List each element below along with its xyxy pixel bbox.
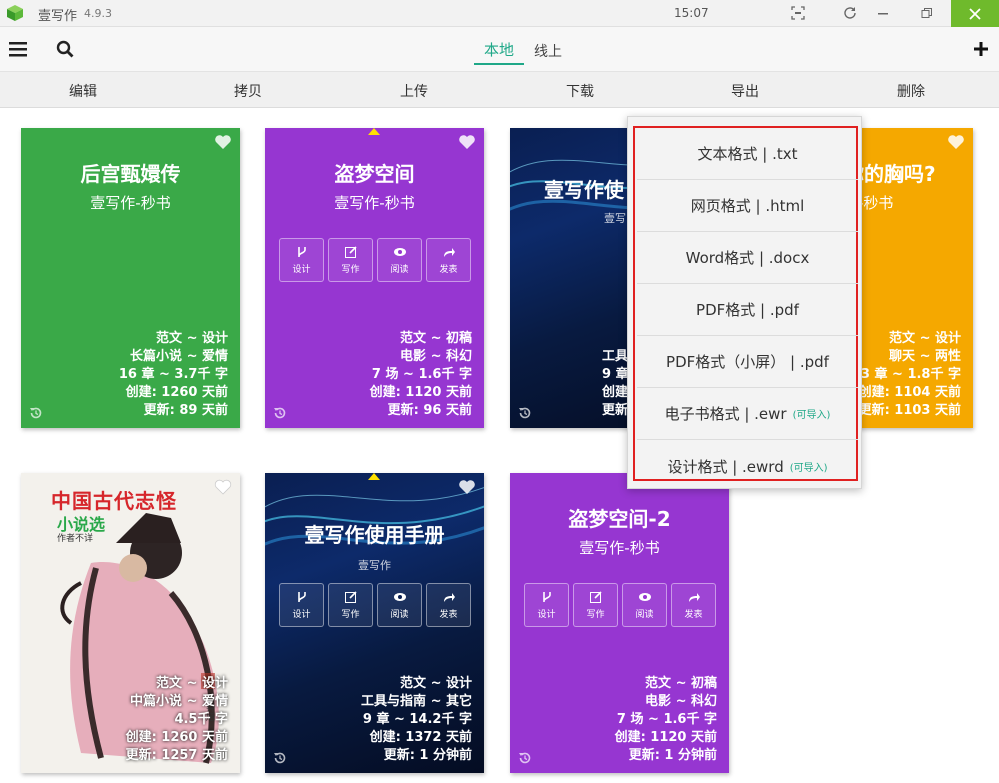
publish-icon [443, 248, 455, 257]
read-button[interactable]: 阅读 [377, 583, 422, 627]
card-stats: 范文 ~ 初稿 电影 ~ 科幻 7 场 ~ 1.6千 字创建: 1120 天前 更新:… [369, 331, 472, 418]
upload-action[interactable]: 上传 [384, 81, 444, 101]
search-icon [56, 40, 74, 58]
design-button[interactable]: 设计 [279, 583, 324, 627]
design-button[interactable]: 设计 [524, 583, 569, 627]
card-stats: 范文 ~ 设计 中篇小说 ~ 爱情 4.5千 字创建: 1260 天前 更新: 125… [125, 676, 228, 763]
card-title: 盗梦空间-2 [568, 507, 671, 531]
card-stats: 范文 ~ 初稿 电影 ~ 科幻 7 场 ~ 1.6千 字创建: 1120 天前 更新:… [614, 676, 717, 763]
write-icon [589, 591, 602, 603]
edit-action[interactable]: 编辑 [53, 81, 113, 101]
delete-action[interactable]: 删除 [881, 81, 941, 101]
history-icon[interactable] [518, 406, 532, 420]
selection-marker [368, 473, 380, 480]
selection-marker [368, 128, 380, 135]
publish-button[interactable]: 发表 [671, 583, 716, 627]
title-bar: 壹写作 4.9.3 15:07 [0, 0, 999, 27]
write-icon [344, 246, 357, 258]
heart-icon[interactable] [214, 134, 232, 150]
app-logo-icon [7, 5, 23, 21]
card-stats: 范文 ~ 设计 长篇小说 ~ 爱情 16 章 ~ 3.7千 字创建: 1260 天前… [118, 331, 228, 418]
export-html[interactable]: 网页格式 | .html [637, 180, 858, 232]
card-actions: 设计 写作 阅读 发表 [279, 238, 471, 282]
app-name: 壹写作 [38, 9, 78, 24]
export-highlight-frame: 文本格式 | .txt 网页格式 | .html Word格式 | .docx … [633, 126, 858, 481]
app-version: 4.9.3 [84, 7, 112, 20]
history-icon[interactable] [518, 751, 532, 765]
toolbar: 本地 线上 [0, 27, 999, 71]
cover-title: 中国古代志怪 [51, 489, 177, 513]
book-card[interactable]: 钟馗 中国古代志怪 小说选 作者不详 范文 ~ 设计 中篇小说 ~ 爱情 4.5千 … [21, 473, 240, 773]
card-title: 你的胸吗? [844, 162, 936, 186]
export-pdf[interactable]: PDF格式 | .pdf [637, 284, 858, 336]
book-card[interactable]: 盗梦空间 壹写作-秒书 设计 写作 阅读 发表 范文 ~ 初稿 电影 ~ 科幻 7 … [265, 128, 484, 428]
read-icon [393, 593, 406, 601]
read-button[interactable]: 阅读 [377, 238, 422, 282]
card-subtitle: 壹写作-秒书 [90, 194, 171, 212]
card-title: 后宫甄嬛传 [80, 162, 181, 186]
add-button[interactable] [969, 37, 993, 61]
write-icon [344, 591, 357, 603]
card-actions: 设计 写作 阅读 发表 [279, 583, 471, 627]
card-stats: 范文 ~ 设计 聊天 ~ 两性 3 章 ~ 1.8千 字创建: 1104 天前 更新:… [858, 331, 961, 418]
read-icon [638, 593, 651, 601]
clock: 15:07 [674, 6, 709, 20]
publish-button[interactable]: 发表 [426, 238, 471, 282]
minimize-icon[interactable] [873, 3, 893, 23]
card-subtitle: 壹写作-秒书 [579, 539, 660, 557]
restore-icon[interactable] [917, 3, 937, 23]
history-icon[interactable] [29, 406, 43, 420]
heart-icon[interactable] [458, 479, 476, 495]
design-button[interactable]: 设计 [279, 238, 324, 282]
export-dropdown: 文本格式 | .txt 网页格式 | .html Word格式 | .docx … [627, 116, 862, 489]
export-docx[interactable]: Word格式 | .docx [637, 232, 858, 284]
card-stats: 范文 ~ 设计 工具与指南 ~ 其它 9 章 ~ 14.2千 字创建: 1372 天… [361, 676, 472, 763]
design-icon [297, 247, 306, 257]
book-card[interactable]: 后宫甄嬛传 壹写作-秒书 范文 ~ 设计 长篇小说 ~ 爱情 16 章 ~ 3.7千… [21, 128, 240, 428]
write-button[interactable]: 写作 [328, 238, 373, 282]
tab-local[interactable]: 本地 [474, 39, 524, 65]
tab-online[interactable]: 线上 [534, 41, 562, 61]
fullscreen-icon[interactable] [788, 3, 808, 23]
write-button[interactable]: 写作 [573, 583, 618, 627]
plus-icon [974, 42, 988, 56]
heart-icon[interactable] [458, 134, 476, 150]
heart-icon[interactable] [214, 479, 232, 495]
export-ewr[interactable]: 电子书格式 | .ewr (可导入) [637, 388, 858, 440]
card-title: 盗梦空间 [334, 162, 415, 186]
read-icon [393, 248, 406, 256]
heart-icon[interactable] [947, 134, 965, 150]
download-action[interactable]: 下载 [550, 81, 610, 101]
publish-button[interactable]: 发表 [426, 583, 471, 627]
card-subtitle: 壹写作-秒书 [334, 194, 415, 212]
write-button[interactable]: 写作 [328, 583, 373, 627]
export-pdf-small[interactable]: PDF格式（小屏） | .pdf [637, 336, 858, 388]
history-icon[interactable] [273, 751, 287, 765]
card-title: 壹写作使用手册 [304, 523, 445, 547]
export-action[interactable]: 导出 [715, 81, 775, 101]
design-icon [297, 592, 306, 602]
publish-icon [443, 593, 455, 602]
card-stats: 工具 9 章创建 更新 [602, 349, 629, 418]
action-bar: 编辑 拷贝 上传 下载 导出 删除 [0, 71, 999, 108]
read-button[interactable]: 阅读 [622, 583, 667, 627]
refresh-icon[interactable] [840, 3, 860, 23]
book-card[interactable]: 盗梦空间-2 壹写作-秒书 设计 写作 阅读 发表 范文 ~ 初稿 电影 ~ 科幻… [510, 473, 729, 773]
close-button[interactable] [951, 0, 999, 27]
card-subtitle: -秒书 [858, 194, 894, 212]
search-button[interactable] [53, 37, 77, 61]
history-icon[interactable] [273, 406, 287, 420]
cover-author: 作者不详 [57, 534, 94, 544]
book-card[interactable]: 壹写作使用手册 壹写作 设计 写作 阅读 发表 范文 ~ 设计 工具与指南 ~ 其… [265, 473, 484, 773]
design-icon [542, 592, 551, 602]
close-icon [969, 7, 981, 20]
card-actions: 设计 写作 阅读 发表 [524, 583, 716, 627]
export-txt[interactable]: 文本格式 | .txt [637, 128, 858, 180]
copy-action[interactable]: 拷贝 [218, 81, 278, 101]
export-ewrd[interactable]: 设计格式 | .ewrd (可导入) [637, 440, 858, 492]
menu-icon [9, 42, 27, 57]
card-subtitle: 壹写作 [358, 559, 391, 572]
menu-button[interactable] [6, 37, 30, 61]
publish-icon [688, 593, 700, 602]
